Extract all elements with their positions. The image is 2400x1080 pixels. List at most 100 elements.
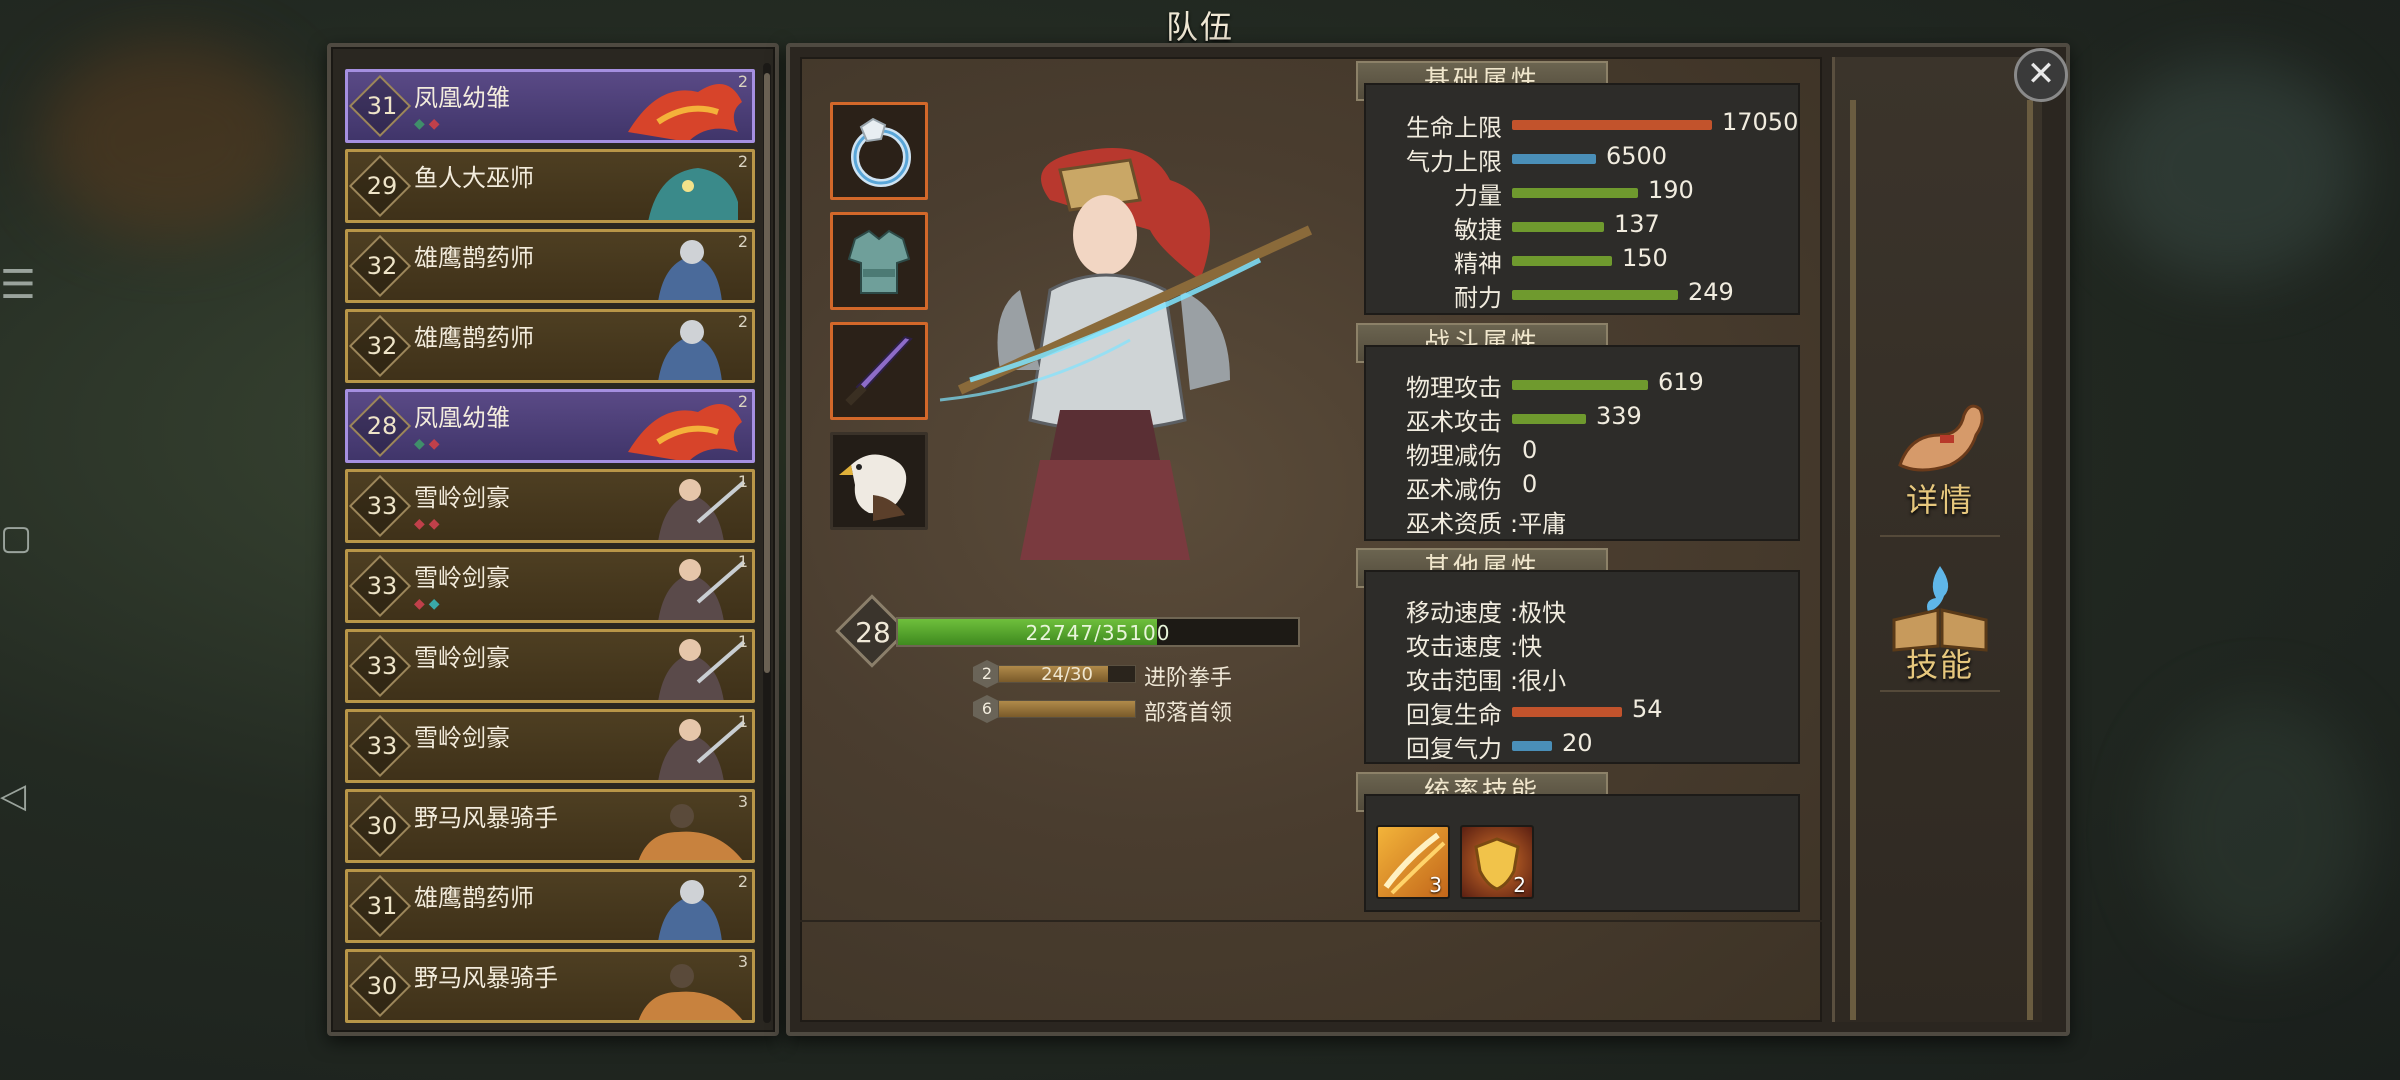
roster-scrollbar[interactable] xyxy=(763,63,771,1023)
window-title: 队伍 xyxy=(1165,8,1234,46)
unit-name: 雄鹰鹊药师 xyxy=(414,884,534,912)
unit-gems: ◆◆ xyxy=(414,596,444,612)
unit-row[interactable]: 31 凤凰幼雏 ◆◆ 2 xyxy=(345,69,755,143)
stat-label-text: 回复生命 xyxy=(1406,701,1502,729)
stat-label-text: 精神 xyxy=(1454,250,1502,278)
stat-value: :快 xyxy=(1510,633,1543,661)
unit-row[interactable]: 28 凤凰幼雏 ◆◆ 2 xyxy=(345,389,755,463)
unit-level: 31 xyxy=(366,892,398,920)
stat-value: 190 xyxy=(1648,176,1694,204)
unit-name: 野马风暴骑手 xyxy=(414,804,558,832)
back-icon[interactable]: ◁ xyxy=(0,776,26,816)
stat-label: 物理减伤 xyxy=(1394,436,1502,470)
side-rail xyxy=(1850,100,1856,1020)
rider-portrait-icon xyxy=(638,804,743,860)
unit-star-count: 3 xyxy=(737,952,748,971)
stat-value: 17050 xyxy=(1722,108,1799,136)
stat-label: 移动速度 xyxy=(1394,593,1502,627)
unit-star-count: 2 xyxy=(737,312,748,331)
unit-row[interactable]: 29 鱼人大巫师 2 xyxy=(345,149,755,223)
stat-value: 150 xyxy=(1622,244,1668,272)
unit-row[interactable]: 33 雪岭剑豪 1 xyxy=(345,629,755,703)
unit-gems: ◆◆ xyxy=(414,516,444,532)
unit-level: 33 xyxy=(366,652,398,680)
unit-level: 30 xyxy=(366,812,398,840)
stat-bar xyxy=(1512,380,1648,390)
stat-label: 巫术减伤 xyxy=(1394,470,1502,504)
unit-row[interactable]: 33 雪岭剑豪 ◆◆ 1 xyxy=(345,549,755,623)
details-button-label: 详情 xyxy=(1905,481,1974,519)
hero-portrait xyxy=(939,148,1313,560)
details-button[interactable]: 详情 xyxy=(1880,395,2000,525)
stat-bar xyxy=(1512,222,1604,232)
unit-row[interactable]: 32 雄鹰鹊药师 2 xyxy=(345,229,755,303)
unit-name: 野马风暴骑手 xyxy=(414,964,558,992)
unit-row[interactable]: 31 雄鹰鹊药师 2 xyxy=(345,869,755,943)
unit-row[interactable]: 33 雪岭剑豪 ◆◆ 1 xyxy=(345,469,755,543)
roster-scroll-thumb[interactable] xyxy=(764,73,770,673)
unit-row[interactable]: 33 雪岭剑豪 1 xyxy=(345,709,755,783)
unit-row[interactable]: 30 野马风暴骑手 3 xyxy=(345,789,755,863)
square-icon[interactable]: ▢ xyxy=(0,518,32,558)
command-skill-slash[interactable]: 3 xyxy=(1376,825,1450,899)
gem-icon: ◆ xyxy=(428,516,444,532)
stat-label-text: 生命上限 xyxy=(1406,114,1502,142)
stat-value: 0 xyxy=(1522,470,1538,498)
stat-label-text: 物理攻击 xyxy=(1406,374,1502,402)
gem-icon: ◆ xyxy=(414,116,429,132)
stat-label: 敏捷 xyxy=(1394,210,1502,244)
background-blur xyxy=(2150,700,2370,960)
stat-label: 生命上限 xyxy=(1394,108,1502,142)
stat-label: 物理攻击 xyxy=(1394,368,1502,402)
menu-icon[interactable]: ☰ xyxy=(0,262,36,308)
unit-name: 雄鹰鹊药师 xyxy=(414,324,534,352)
stat-bar xyxy=(1512,741,1552,751)
unit-row[interactable]: 30 野马风暴骑手 3 xyxy=(345,949,755,1023)
close-button[interactable]: ✕ xyxy=(2014,48,2068,102)
command-skill-shield[interactable]: 2 xyxy=(1460,825,1534,899)
healer-portrait-icon xyxy=(658,320,722,380)
stat-bar xyxy=(1512,120,1712,130)
hero-xp-bar: 22747/35100 xyxy=(896,617,1300,647)
unit-gems: ◆◆ xyxy=(414,436,444,452)
stat-label-text: 耐力 xyxy=(1454,284,1502,312)
phoenix-portrait-icon xyxy=(628,404,742,460)
skill-count: 3 xyxy=(1429,873,1442,897)
stat-label-text: 攻击速度 xyxy=(1406,633,1502,661)
unit-level: 33 xyxy=(366,732,398,760)
unit-name: 凤凰幼雏 xyxy=(414,84,510,112)
stat-label-text: 移动速度 xyxy=(1406,599,1502,627)
rider-portrait-icon xyxy=(638,964,743,1020)
gem-icon: ◆ xyxy=(428,596,444,612)
skill-count: 2 xyxy=(1513,873,1526,897)
stat-label: 精神 xyxy=(1394,244,1502,278)
stat-label: 巫术资质 xyxy=(1394,504,1502,538)
stat-label-text: 巫术攻击 xyxy=(1406,408,1502,436)
unit-level: 32 xyxy=(366,252,398,280)
unit-level: 33 xyxy=(366,492,398,520)
stat-label-text: 回复气力 xyxy=(1406,735,1502,763)
stat-label-text: 攻击范围 xyxy=(1406,667,1502,695)
stat-label-text: 敏捷 xyxy=(1454,216,1502,244)
stat-label-text: 巫术减伤 xyxy=(1406,476,1502,504)
stat-label: 攻击范围 xyxy=(1394,661,1502,695)
unit-level: 30 xyxy=(366,972,398,1000)
unit-level: 29 xyxy=(366,172,398,200)
stat-value: 137 xyxy=(1614,210,1660,238)
gem-icon: ◆ xyxy=(414,596,429,612)
unit-level: 33 xyxy=(366,572,398,600)
unit-level: 31 xyxy=(366,92,398,120)
stat-value: 249 xyxy=(1688,278,1734,306)
unit-row[interactable]: 32 雄鹰鹊药师 2 xyxy=(345,309,755,383)
unit-star-count: 1 xyxy=(737,632,748,651)
stat-label: 回复气力 xyxy=(1394,729,1502,763)
close-icon: ✕ xyxy=(2026,54,2056,94)
stat-bar xyxy=(1512,707,1622,717)
swordsman-portrait-icon xyxy=(658,639,746,700)
stat-label-text: 气力上限 xyxy=(1406,148,1502,176)
skills-button[interactable]: 技能 xyxy=(1880,560,2000,690)
unit-star-count: 2 xyxy=(737,72,748,91)
background-blur xyxy=(2100,60,2360,280)
background-blur xyxy=(40,40,300,240)
stat-label-text: 力量 xyxy=(1454,182,1502,210)
